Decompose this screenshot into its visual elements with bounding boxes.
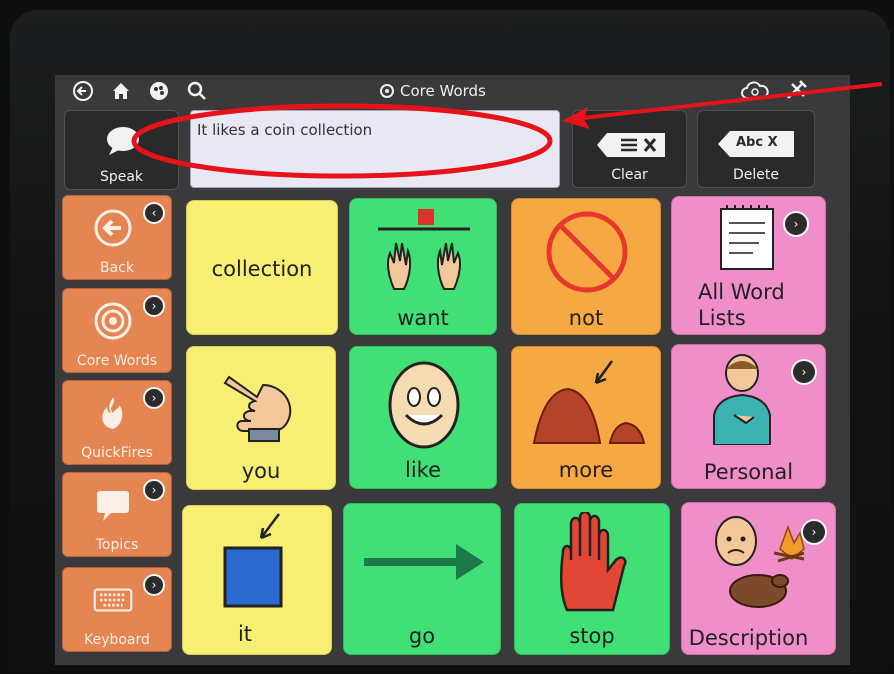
word-label: Description [688, 626, 809, 650]
pile-icon [532, 360, 646, 444]
word-label: not [568, 306, 604, 330]
speech-bubble-icon [93, 485, 133, 525]
nav-label-quickfires: QuickFires [81, 445, 153, 461]
nav-label-keyboard: Keyboard [84, 632, 150, 648]
fire-icon [93, 393, 133, 433]
word-button-all-word-lists[interactable]: › All Word Lists [671, 196, 826, 335]
back-arrow-icon[interactable] [72, 80, 94, 106]
keyboard-icon [93, 580, 133, 620]
nav-label-topics: Topics [95, 537, 139, 553]
clear-label: Clear [611, 167, 648, 183]
home-icon[interactable] [110, 80, 132, 106]
chevron-right-icon: › [143, 574, 165, 596]
word-button-go[interactable]: go [343, 503, 501, 655]
nav-label-core-words: Core Words [76, 353, 158, 369]
word-button-personal[interactable]: › Personal [671, 344, 826, 489]
word-button-not[interactable]: not [511, 198, 661, 335]
message-window[interactable]: It likes a coin collection [190, 110, 560, 188]
word-button-more[interactable]: more [511, 346, 661, 489]
blue-square-arrow-icon [223, 513, 283, 608]
clear-icon [597, 133, 665, 157]
speak-button[interactable]: Speak [64, 110, 179, 190]
search-icon[interactable] [186, 80, 208, 106]
speech-bubble-icon [107, 127, 139, 155]
pointing-hand-icon [223, 375, 292, 442]
chevron-right-icon: › [143, 295, 165, 317]
delete-label: Delete [733, 167, 779, 183]
word-button-you[interactable]: you [186, 346, 336, 490]
chevron-right-icon: › [143, 387, 165, 409]
word-button-it[interactable]: it [182, 505, 332, 655]
nav-label-back: Back [100, 260, 134, 276]
nav-topics-button[interactable]: › Topics [62, 472, 172, 557]
word-button-like[interactable]: like [349, 346, 497, 489]
notepad-icon [720, 205, 774, 270]
word-label: more [558, 458, 614, 482]
smiling-egg-icon [388, 361, 460, 449]
person-icon [713, 354, 771, 445]
chevron-right-icon: › [783, 211, 809, 237]
stop-hand-icon [560, 512, 627, 612]
palette-icon[interactable] [148, 80, 170, 106]
back-arrow-icon [93, 208, 133, 248]
word-label: go [408, 624, 436, 648]
word-label: All Word Lists [698, 280, 785, 330]
target-icon [380, 84, 394, 98]
word-button-stop[interactable]: stop [514, 503, 670, 655]
want-hands-icon [378, 209, 470, 290]
delete-button[interactable]: Abc X Delete [697, 110, 815, 188]
word-button-collection[interactable]: collection [186, 200, 338, 335]
word-label: Personal [703, 460, 794, 484]
prohibited-icon [546, 211, 628, 293]
chevron-right-icon: › [801, 519, 827, 545]
clear-button[interactable]: Clear [572, 110, 687, 188]
word-label: it [237, 622, 253, 646]
nav-keyboard-button[interactable]: › Keyboard [62, 567, 172, 652]
word-label: want [397, 306, 449, 330]
word-label: collection [211, 257, 313, 281]
chevron-right-icon: › [143, 479, 165, 501]
nav-back-button[interactable]: ‹ Back [62, 195, 172, 280]
word-button-want[interactable]: want [349, 198, 497, 335]
nav-quickfires-button[interactable]: › QuickFires [62, 380, 172, 465]
delete-icon-text: Abc X [736, 135, 778, 150]
nav-core-words-button[interactable]: › Core Words [62, 288, 172, 373]
page-title: Core Words [380, 80, 486, 102]
word-label: like [404, 458, 441, 482]
target-icon [93, 301, 133, 341]
page-title-text: Core Words [400, 82, 486, 100]
cloud-sync-icon[interactable] [740, 78, 770, 106]
word-label: you [241, 459, 281, 483]
message-text: It likes a coin collection [197, 121, 373, 139]
right-arrow-icon [364, 544, 484, 580]
speak-label: Speak [99, 169, 144, 185]
word-label: stop [569, 624, 615, 648]
word-button-description[interactable]: › Description [681, 502, 836, 655]
small-back-arrow-icon: ‹ [143, 202, 165, 224]
chevron-right-icon: › [791, 359, 817, 385]
tools-icon[interactable] [784, 78, 810, 106]
